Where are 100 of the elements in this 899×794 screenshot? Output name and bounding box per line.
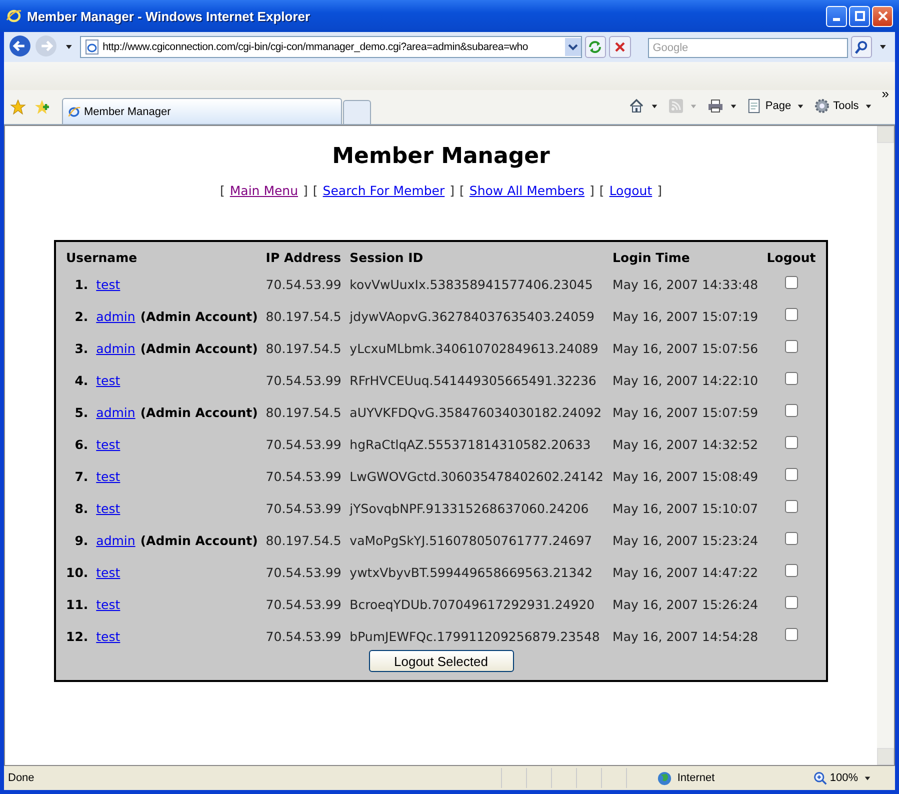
row-number: 7. bbox=[74, 468, 88, 484]
logout-checkbox[interactable] bbox=[784, 532, 798, 545]
column-header: Username bbox=[65, 248, 138, 266]
session-id: RFrHVCEUuq.541449305665491.32236 bbox=[350, 372, 596, 388]
ip-address: 70.54.53.99 bbox=[266, 500, 342, 516]
username-link[interactable]: admin bbox=[96, 532, 136, 548]
logout-checkbox[interactable] bbox=[784, 308, 798, 321]
logout-checkbox[interactable] bbox=[784, 372, 798, 385]
login-time: May 16, 2007 14:32:52 bbox=[612, 436, 758, 452]
house-icon bbox=[628, 98, 646, 114]
add-favorite-icon[interactable] bbox=[34, 99, 50, 115]
page-menu-button[interactable]: Page bbox=[745, 98, 806, 114]
dropdown-arrow-icon[interactable] bbox=[879, 43, 888, 51]
login-time: May 16, 2007 15:07:56 bbox=[612, 340, 758, 356]
login-time: May 16, 2007 14:54:28 bbox=[612, 628, 758, 644]
session-id: jdywVAopvG.362784037635403.24059 bbox=[350, 308, 594, 324]
caret-icon bbox=[690, 102, 698, 110]
login-time: May 16, 2007 15:10:07 bbox=[612, 500, 758, 516]
status-text: Done bbox=[8, 772, 36, 784]
username-link[interactable]: admin bbox=[96, 308, 136, 324]
login-time: May 16, 2007 14:22:10 bbox=[612, 372, 758, 388]
ip-address: 80.197.54.5 bbox=[266, 532, 342, 548]
minimize-button[interactable] bbox=[826, 6, 847, 26]
bracket: [ bbox=[220, 183, 225, 198]
document-icon bbox=[747, 98, 762, 114]
logout-selected-button[interactable]: Logout Selected bbox=[368, 650, 514, 672]
bracket: [ bbox=[312, 183, 318, 198]
back-button[interactable] bbox=[8, 35, 32, 59]
logout-checkbox[interactable] bbox=[784, 564, 798, 577]
session-id: yLcxuMLbmk.340610702849613.24089 bbox=[350, 340, 598, 356]
ip-address: 70.54.53.99 bbox=[266, 372, 342, 388]
column-header: Login Time bbox=[612, 248, 691, 267]
search-button[interactable] bbox=[850, 36, 872, 58]
browser-tab[interactable]: Member Manager bbox=[62, 98, 342, 124]
column-header: Session ID bbox=[348, 248, 424, 266]
bracket: ] bbox=[450, 183, 455, 198]
row-number: 1. bbox=[74, 276, 88, 292]
logout-checkbox[interactable] bbox=[784, 500, 798, 513]
username-link[interactable]: test bbox=[96, 596, 120, 612]
tools-menu-button[interactable]: Tools bbox=[812, 98, 874, 114]
nav-link[interactable]: Show All Members bbox=[469, 183, 585, 198]
username-link[interactable]: test bbox=[96, 436, 120, 452]
nav-link[interactable]: Main Menu bbox=[230, 183, 298, 198]
row-number: 3. bbox=[74, 340, 88, 356]
search-field[interactable]: Google bbox=[648, 38, 848, 58]
ip-address: 80.197.54.5 bbox=[266, 340, 342, 356]
row-number: 8. bbox=[74, 500, 88, 516]
logout-checkbox[interactable] bbox=[784, 276, 798, 289]
session-id: hgRaCtlqAZ.555371814310582.20633 bbox=[350, 436, 591, 452]
stop-button[interactable] bbox=[609, 36, 631, 58]
username-link[interactable]: test bbox=[96, 500, 120, 516]
username-link[interactable]: test bbox=[96, 564, 120, 580]
minimize-icon bbox=[833, 18, 840, 20]
session-id: LwGWOVGctd.306035478402602.24142 bbox=[350, 468, 604, 484]
logout-checkbox[interactable] bbox=[784, 628, 798, 641]
caret-icon bbox=[797, 102, 804, 110]
ip-address: 70.54.53.99 bbox=[266, 596, 342, 612]
login-time: May 16, 2007 15:08:49 bbox=[612, 468, 758, 484]
browser-logo-icon bbox=[67, 104, 81, 118]
logout-checkbox[interactable] bbox=[784, 404, 798, 417]
username-link[interactable]: admin bbox=[96, 404, 136, 420]
row-number: 4. bbox=[74, 372, 88, 388]
zoom-button[interactable]: 100% bbox=[806, 770, 877, 786]
scrollbar[interactable] bbox=[877, 126, 894, 765]
caret-icon bbox=[651, 102, 658, 110]
page-heading: Member Manager bbox=[332, 144, 550, 169]
more-button[interactable]: » bbox=[880, 86, 891, 101]
username-link[interactable]: admin bbox=[96, 340, 136, 356]
nav-link[interactable]: Search For Member bbox=[322, 183, 445, 198]
maximize-button[interactable] bbox=[849, 6, 870, 26]
maximize-icon bbox=[854, 11, 864, 21]
logout-checkbox[interactable] bbox=[784, 468, 798, 481]
address-field[interactable]: http://www.cgiconnection.com/cgi-bin/cgi-con/mmanager_demo.cgi?area=admin&subarea=who bbox=[80, 36, 582, 58]
column-header: IP Address bbox=[264, 248, 342, 266]
zoom-icon bbox=[812, 771, 827, 785]
close-button[interactable] bbox=[872, 6, 893, 26]
row-number: 10. bbox=[66, 564, 88, 580]
star-icon[interactable] bbox=[10, 99, 26, 115]
account-note: (Admin Account) bbox=[140, 532, 258, 548]
login-time: May 16, 2007 14:47:22 bbox=[612, 564, 758, 580]
logout-checkbox[interactable] bbox=[784, 340, 798, 353]
row-number: 5. bbox=[74, 404, 88, 420]
session-id: BcroeqYDUb.707049617292931.24920 bbox=[350, 596, 595, 612]
security-zone: Internet bbox=[677, 772, 715, 784]
nav-link[interactable]: Logout bbox=[609, 183, 652, 198]
ip-address: 80.197.54.5 bbox=[266, 308, 342, 324]
username-link[interactable]: test bbox=[96, 372, 120, 388]
caret-icon bbox=[730, 102, 738, 110]
username-link[interactable]: test bbox=[96, 628, 120, 644]
bracket: ] bbox=[657, 183, 662, 198]
dropdown-arrow-icon[interactable] bbox=[64, 43, 73, 51]
username-link[interactable]: test bbox=[96, 468, 120, 484]
row-number: 11. bbox=[66, 596, 88, 612]
logout-checkbox[interactable] bbox=[784, 436, 798, 449]
ip-address: 70.54.53.99 bbox=[266, 276, 342, 292]
row-number: 12. bbox=[66, 628, 88, 644]
row-number: 2. bbox=[74, 308, 88, 324]
session-id: aUYVKFDQvG.358476034030182.24092 bbox=[350, 404, 602, 420]
username-link[interactable]: test bbox=[96, 276, 120, 292]
logout-checkbox[interactable] bbox=[784, 596, 798, 609]
